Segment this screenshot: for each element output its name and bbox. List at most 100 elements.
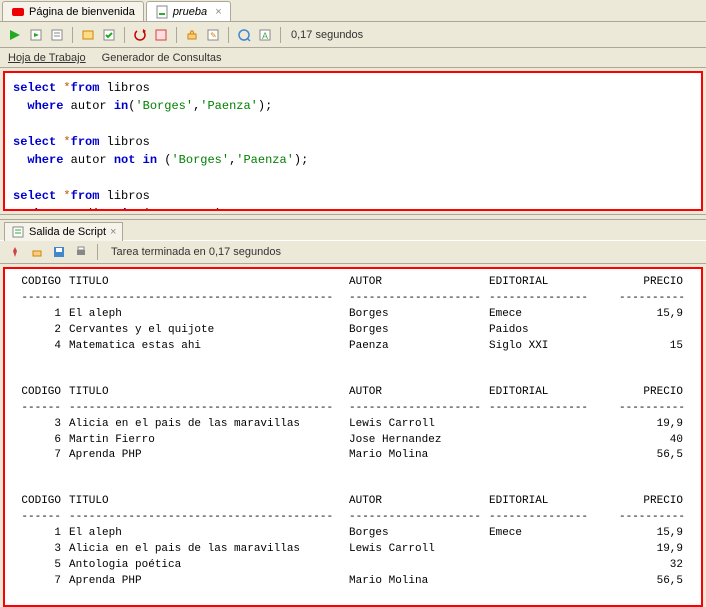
blank-line [13,464,693,494]
dash-row: ----------------------------------------… [13,510,693,526]
col-codigo: CODIGO [13,385,69,401]
cell-titulo: El aleph [69,526,349,542]
cell-editorial [489,417,619,433]
run-button[interactable] [6,26,24,44]
elapsed-time: 0,17 segundos [291,29,363,41]
table-row: 3Alicia en el pais de las maravillasLewi… [13,417,693,433]
col-codigo: CODIGO [13,275,69,291]
table-row: 3Alicia en el pais de las maravillasLewi… [13,542,693,558]
script-output-icon [11,225,25,239]
col-precio: PRECIO [619,494,683,510]
cell-autor: Borges [349,307,489,323]
blank-line [13,355,693,385]
dash-row: ----------------------------------------… [13,401,693,417]
cell-titulo: Antologia poética [69,558,349,574]
explain-plan-button[interactable] [48,26,66,44]
worksheet-tabs: Hoja de Trabajo Generador de Consultas [0,48,706,68]
header-row: CODIGOTITULOAUTOREDITORIALPRECIO [13,385,693,401]
tab-prueba[interactable]: prueba × [146,1,231,21]
cell-precio: 19,9 [619,417,683,433]
cell-autor: Borges [349,323,489,339]
cell-autor: Paenza [349,339,489,355]
table-row: 7Aprenda PHPMario Molina 56,5 [13,574,693,590]
header-row: CODIGOTITULOAUTOREDITORIALPRECIO [13,494,693,510]
table-row: 2Cervantes y el quijoteBorgesPaidos [13,323,693,339]
subtab-worksheet[interactable]: Hoja de Trabajo [8,50,86,67]
cell-titulo: Matematica estas ahi [69,339,349,355]
file-tabs: Página de bienvenida prueba × [0,0,706,22]
cell-autor: Lewis Carroll [349,542,489,558]
cell-precio [619,323,683,339]
print-output-button[interactable] [72,243,90,261]
svg-text:✎: ✎ [210,31,217,40]
cell-autor [349,558,489,574]
cell-precio: 15 [619,339,683,355]
output-toolbar: Tarea terminada en 0,17 segundos [0,240,706,264]
cell-titulo: Aprenda PHP [69,574,349,590]
cell-codigo: 7 [13,574,69,590]
cell-titulo: Alicia en el pais de las maravillas [69,417,349,433]
table-row: 5Antologia poética 32 [13,558,693,574]
tab-label: prueba [173,6,207,18]
separator [228,27,229,43]
cell-editorial: Emece [489,526,619,542]
col-titulo: TITULO [69,494,349,510]
output-tab-label: Salida de Script [29,226,106,238]
col-precio: PRECIO [619,385,683,401]
cell-titulo: El aleph [69,307,349,323]
output-tab-script[interactable]: Salida de Script × [4,222,123,241]
autotrace-button[interactable] [79,26,97,44]
unshared-button[interactable] [152,26,170,44]
cell-titulo: Alicia en el pais de las maravillas [69,542,349,558]
separator [124,27,125,43]
clear-button[interactable] [183,26,201,44]
cell-titulo: Aprenda PHP [69,448,349,464]
cell-precio: 15,9 [619,307,683,323]
sql-history-button[interactable]: ✎ [204,26,222,44]
col-titulo: TITULO [69,385,349,401]
run-script-button[interactable] [27,26,45,44]
tab-welcome[interactable]: Página de bienvenida [2,1,144,21]
cell-editorial [489,574,619,590]
cell-editorial [489,433,619,449]
col-autor: AUTOR [349,494,489,510]
cell-editorial: Paidos [489,323,619,339]
cell-editorial [489,542,619,558]
separator [97,244,98,260]
cell-precio: 40 [619,433,683,449]
close-icon[interactable]: × [110,226,116,238]
to-upper-button[interactable] [235,26,253,44]
cell-precio: 19,9 [619,542,683,558]
cell-codigo: 1 [13,307,69,323]
cell-autor: Mario Molina [349,574,489,590]
clear-output-button[interactable] [28,243,46,261]
separator [72,27,73,43]
cell-codigo: 1 [13,526,69,542]
cell-codigo: 5 [13,558,69,574]
script-output: CODIGOTITULOAUTOREDITORIALPRECIO--------… [3,267,703,607]
cell-editorial [489,448,619,464]
col-titulo: TITULO [69,275,349,291]
commit-button[interactable] [100,26,118,44]
format-button[interactable]: A [256,26,274,44]
table-row: 7Aprenda PHPMario Molina56,5 [13,448,693,464]
col-editorial: EDITORIAL [489,275,619,291]
cell-titulo: Cervantes y el quijote [69,323,349,339]
save-output-button[interactable] [50,243,68,261]
subtab-querybuilder[interactable]: Generador de Consultas [102,50,222,67]
header-row: CODIGOTITULOAUTOREDITORIALPRECIO [13,275,693,291]
close-icon[interactable]: × [215,6,221,18]
pin-button[interactable] [6,243,24,261]
cell-codigo: 4 [13,339,69,355]
sql-editor[interactable]: select *from libros where autor in('Borg… [3,71,703,211]
col-editorial: EDITORIAL [489,385,619,401]
rollback-button[interactable] [131,26,149,44]
col-precio: PRECIO [619,275,683,291]
cell-autor: Borges [349,526,489,542]
cell-precio: 32 [619,558,683,574]
cell-editorial: Emece [489,307,619,323]
cell-codigo: 6 [13,433,69,449]
output-status: Tarea terminada en 0,17 segundos [111,246,281,258]
cell-precio: 56,5 [619,574,683,590]
table-row: 1El alephBorgesEmece15,9 [13,526,693,542]
